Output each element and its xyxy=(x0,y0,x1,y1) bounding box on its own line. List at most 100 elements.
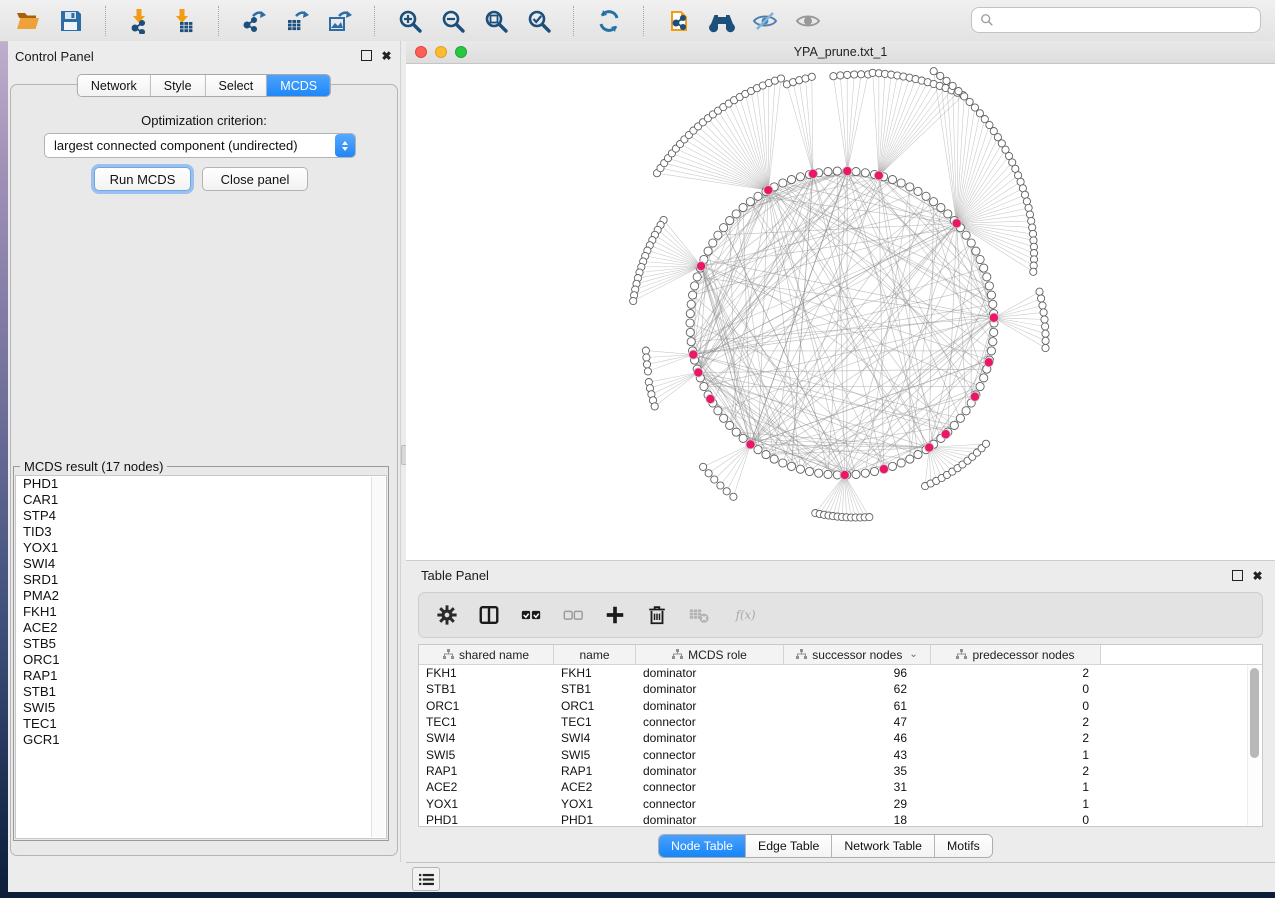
graph-node[interactable] xyxy=(711,476,718,483)
table-cell[interactable]: 2 xyxy=(931,715,1101,729)
table-cell[interactable]: FKH1 xyxy=(419,666,554,680)
run-mcds-button[interactable]: Run MCDS xyxy=(94,167,191,191)
mcds-result-item[interactable]: SRD1 xyxy=(16,572,386,588)
graph-node[interactable] xyxy=(779,459,787,467)
table-cell[interactable]: YOX1 xyxy=(419,797,554,811)
close-panel-button[interactable]: Close panel xyxy=(202,167,308,191)
task-history-button[interactable] xyxy=(412,867,440,891)
mcds-node[interactable] xyxy=(874,171,883,180)
table-cell[interactable]: TEC1 xyxy=(419,715,554,729)
float-panel-icon[interactable] xyxy=(361,50,372,61)
hide-selected-icon[interactable] xyxy=(751,7,779,35)
mcds-node[interactable] xyxy=(764,186,773,195)
table-row[interactable]: SWI5SWI5connector431 xyxy=(419,746,1262,762)
table-row[interactable]: SWI4SWI4dominator462 xyxy=(419,730,1262,746)
graph-node[interactable] xyxy=(937,204,945,212)
export-network-icon[interactable] xyxy=(240,7,268,35)
mcds-result-item[interactable]: CAR1 xyxy=(16,492,386,508)
export-table-icon[interactable] xyxy=(283,7,311,35)
table-cell[interactable]: 46 xyxy=(784,731,931,745)
table-row[interactable]: YOX1YOX1connector291 xyxy=(419,795,1262,811)
table-cell[interactable]: SWI4 xyxy=(419,731,554,745)
graph-node[interactable] xyxy=(976,255,984,263)
zoom-out-icon[interactable] xyxy=(439,7,467,35)
graph-node[interactable] xyxy=(897,459,905,467)
export-image-icon[interactable] xyxy=(326,7,354,35)
tab-network[interactable]: Network xyxy=(78,75,151,96)
table-cell[interactable]: 2 xyxy=(931,764,1101,778)
search-box[interactable] xyxy=(971,7,1261,33)
table-cell[interactable]: 47 xyxy=(784,715,931,729)
mcds-node[interactable] xyxy=(984,358,993,367)
table-cell[interactable]: SWI5 xyxy=(419,748,554,762)
search-network-icon[interactable] xyxy=(708,7,736,35)
table-cell[interactable]: 0 xyxy=(931,682,1101,696)
graph-node[interactable] xyxy=(720,414,728,422)
tab-motifs[interactable]: Motifs xyxy=(935,835,992,857)
graph-node[interactable] xyxy=(1038,295,1045,302)
mcds-result-item[interactable]: RAP1 xyxy=(16,668,386,684)
table-cell[interactable]: RAP1 xyxy=(554,764,636,778)
mcds-result-item[interactable]: FKH1 xyxy=(16,604,386,620)
graph-node[interactable] xyxy=(987,347,995,355)
column-header-MCDS-role[interactable]: MCDS role xyxy=(636,645,784,664)
tab-edge-table[interactable]: Edge Table xyxy=(746,835,832,857)
graph-node[interactable] xyxy=(1036,288,1043,295)
column-header-name[interactable]: name xyxy=(554,645,636,664)
graph-node[interactable] xyxy=(732,428,740,436)
table-row[interactable]: FKH1FKH1dominator962 xyxy=(419,665,1262,681)
graph-node[interactable] xyxy=(770,455,778,463)
graph-node[interactable] xyxy=(720,224,728,232)
close-panel-icon[interactable]: ✖ xyxy=(381,50,392,61)
table-cell[interactable]: 35 xyxy=(784,764,931,778)
graph-node[interactable] xyxy=(796,465,804,473)
graph-node[interactable] xyxy=(824,470,832,478)
graph-node[interactable] xyxy=(642,347,649,354)
zoom-selected-icon[interactable] xyxy=(525,7,553,35)
table-cell[interactable]: 18 xyxy=(784,813,931,827)
gear-icon[interactable] xyxy=(435,603,459,627)
mcds-node[interactable] xyxy=(689,350,698,359)
mcds-node[interactable] xyxy=(843,167,852,176)
add-icon[interactable] xyxy=(603,603,627,627)
mcds-node[interactable] xyxy=(706,394,715,403)
table-cell[interactable]: ORC1 xyxy=(554,699,636,713)
graph-node[interactable] xyxy=(851,71,858,78)
deselect-all-icon[interactable] xyxy=(561,603,585,627)
table-cell[interactable]: TEC1 xyxy=(554,715,636,729)
graph-node[interactable] xyxy=(1025,204,1032,211)
optimization-criterion-select[interactable]: largest connected component (undirected) xyxy=(44,133,356,158)
graph-node[interactable] xyxy=(1041,316,1048,323)
graph-node[interactable] xyxy=(730,493,737,500)
mcds-result-item[interactable]: YOX1 xyxy=(16,540,386,556)
table-cell[interactable]: RAP1 xyxy=(419,764,554,778)
zoom-in-icon[interactable] xyxy=(396,7,424,35)
mcds-result-item[interactable]: PHD1 xyxy=(16,476,386,492)
search-input[interactable] xyxy=(999,12,1260,29)
graph-node[interactable] xyxy=(651,403,658,410)
graph-node[interactable] xyxy=(949,82,956,89)
table-cell[interactable]: dominator xyxy=(636,682,784,696)
table-cell[interactable]: 1 xyxy=(931,780,1101,794)
graph-node[interactable] xyxy=(971,104,978,111)
import-network-icon[interactable] xyxy=(127,7,155,35)
graph-node[interactable] xyxy=(1042,323,1049,330)
table-cell[interactable]: FKH1 xyxy=(554,666,636,680)
graph-node[interactable] xyxy=(972,247,980,255)
graph-node[interactable] xyxy=(844,71,851,78)
export-webpage-icon[interactable] xyxy=(665,7,693,35)
graph-node[interactable] xyxy=(980,264,988,272)
graph-node[interactable] xyxy=(754,446,762,454)
table-cell[interactable]: connector xyxy=(636,797,784,811)
table-cell[interactable]: PHD1 xyxy=(419,813,554,827)
graph-node[interactable] xyxy=(824,168,832,176)
tab-select[interactable]: Select xyxy=(206,75,268,96)
graph-node[interactable] xyxy=(805,467,813,475)
float-table-panel-icon[interactable] xyxy=(1232,570,1243,581)
graph-node[interactable] xyxy=(861,469,869,477)
graph-node[interactable] xyxy=(796,173,804,181)
graph-node[interactable] xyxy=(705,470,712,477)
graph-node[interactable] xyxy=(897,179,905,187)
table-cell[interactable]: 2 xyxy=(931,666,1101,680)
mcds-result-item[interactable]: GCR1 xyxy=(16,732,386,748)
